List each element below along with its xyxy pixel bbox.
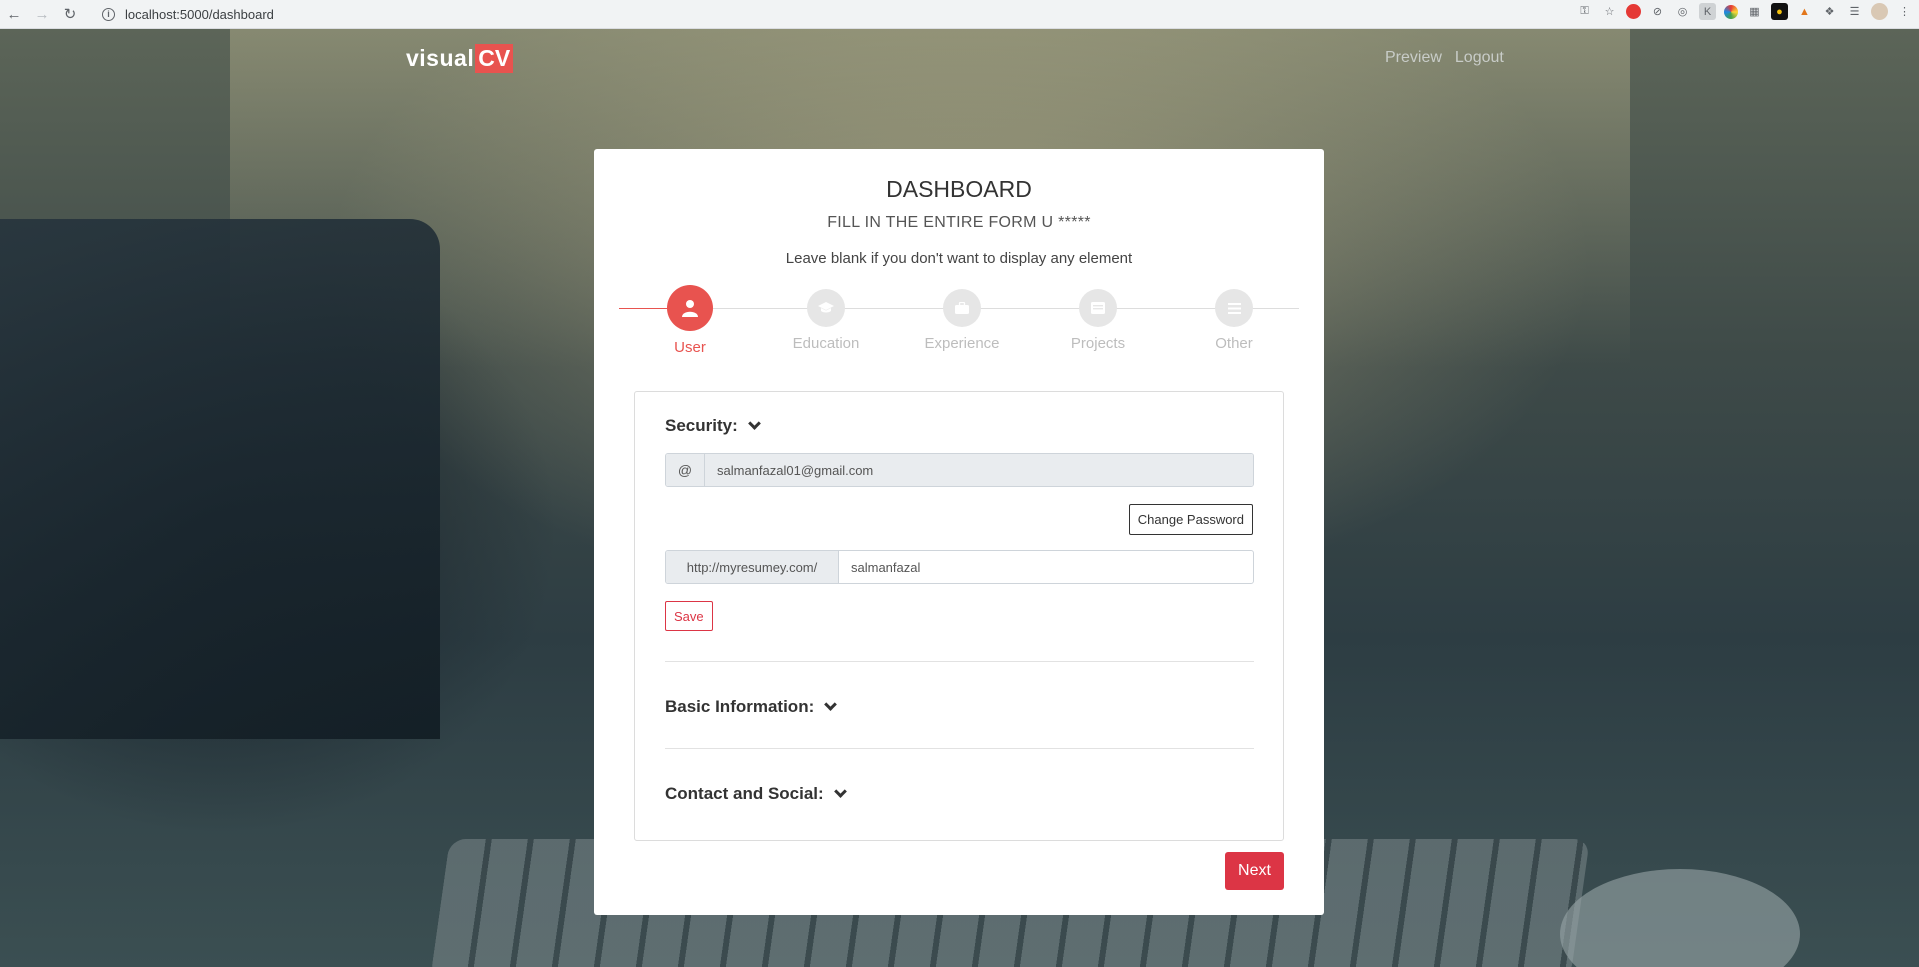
background-laptop [0, 219, 440, 739]
step-other[interactable]: Other [1179, 285, 1289, 352]
forward-icon[interactable]: → [28, 3, 56, 25]
menu-icon [1215, 289, 1253, 327]
logo-badge: CV [475, 44, 514, 73]
user-icon [667, 285, 713, 331]
back-icon[interactable]: ← [0, 3, 28, 25]
qr-icon[interactable]: ▦ [1746, 3, 1763, 20]
puzzle-icon[interactable]: ❖ [1821, 3, 1838, 20]
step-label-education: Education [792, 335, 860, 352]
logout-link[interactable]: Logout [1455, 49, 1504, 67]
graduation-cap-icon [807, 289, 845, 327]
url-text: localhost:5000/dashboard [125, 6, 274, 22]
email-field[interactable]: salmanfazal01@gmail.com [705, 454, 1253, 486]
username-field[interactable]: salmanfazal [839, 551, 1253, 583]
color-wheel-icon[interactable] [1724, 4, 1738, 19]
step-experience[interactable]: Experience [907, 285, 1017, 352]
chevron-down-icon [747, 417, 761, 430]
camera-icon[interactable]: ◎ [1674, 3, 1691, 20]
background-mouse [1560, 869, 1800, 967]
security-section-toggle[interactable]: Security: [665, 416, 761, 436]
basic-info-heading: Basic Information: [665, 697, 815, 716]
step-label-projects: Projects [1070, 335, 1126, 352]
more-menu-icon[interactable]: ⋮ [1896, 3, 1913, 20]
save-button[interactable]: Save [665, 601, 713, 631]
key-icon[interactable]: ⚿ [1576, 3, 1593, 20]
step-user[interactable]: User [635, 285, 745, 356]
playlist-icon[interactable]: ☰ [1846, 3, 1863, 20]
site-info-icon[interactable]: i [102, 7, 115, 21]
extension-dark-icon[interactable]: ● [1771, 3, 1788, 20]
logo[interactable]: visual CV [406, 44, 514, 73]
extension-k-icon[interactable]: K [1699, 3, 1716, 20]
section-divider [665, 661, 1254, 662]
security-heading: Security: [665, 416, 738, 435]
next-button[interactable]: Next [1225, 852, 1284, 890]
block-icon[interactable]: ⊘ [1649, 3, 1666, 20]
logo-text: visual [406, 45, 475, 71]
browser-toolbar: ← → ↻ i localhost:5000/dashboard ⚿ ☆ ⊘ ◎… [0, 0, 1919, 29]
contact-social-heading: Contact and Social: [665, 784, 824, 803]
page-subtitle: FILL IN THE ENTIRE FORM U ***** [827, 214, 1091, 231]
profile-url-addon: http://myresumey.com/ [666, 551, 839, 583]
fox-icon[interactable]: ▲ [1796, 3, 1813, 20]
dashboard-card: DASHBOARD FILL IN THE ENTIRE FORM U ****… [594, 149, 1324, 915]
email-addon: @ [666, 454, 705, 486]
step-label-experience: Experience [924, 335, 1000, 352]
briefcase-icon [943, 289, 981, 327]
email-input-group: @ salmanfazal01@gmail.com [665, 453, 1254, 487]
extension-bar: ⚿ ☆ ⊘ ◎ K ▦ ● ▲ ❖ ☰ ⋮ [1576, 3, 1913, 20]
star-icon[interactable]: ☆ [1601, 3, 1618, 20]
profile-url-input-group: http://myresumey.com/ salmanfazal [665, 550, 1254, 584]
avatar[interactable] [1871, 3, 1888, 20]
contact-social-section-toggle[interactable]: Contact and Social: [665, 784, 847, 804]
section-divider [665, 748, 1254, 749]
basic-info-section-toggle[interactable]: Basic Information: [665, 697, 838, 717]
step-education[interactable]: Education [771, 285, 881, 352]
chevron-down-icon [833, 785, 847, 798]
change-password-button[interactable]: Change Password [1128, 504, 1253, 535]
address-bar[interactable]: i localhost:5000/dashboard [92, 3, 1432, 25]
top-nav: Preview Logout [1385, 49, 1504, 67]
form-hint: Leave blank if you don't want to display… [785, 250, 1133, 267]
step-projects[interactable]: Projects [1043, 285, 1153, 352]
preview-link[interactable]: Preview [1385, 49, 1442, 67]
list-icon [1079, 289, 1117, 327]
step-label-user: User [674, 339, 706, 356]
page-title: DASHBOARD [886, 176, 1032, 202]
extension-red-icon[interactable] [1626, 4, 1641, 19]
form-panel: Security: @ salmanfazal01@gmail.com Chan… [634, 391, 1284, 841]
chevron-down-icon [824, 698, 838, 711]
step-label-other: Other [1215, 335, 1253, 352]
reload-icon[interactable]: ↻ [56, 3, 84, 25]
progress-steps: User Education Experience Projects Other [594, 285, 1324, 365]
